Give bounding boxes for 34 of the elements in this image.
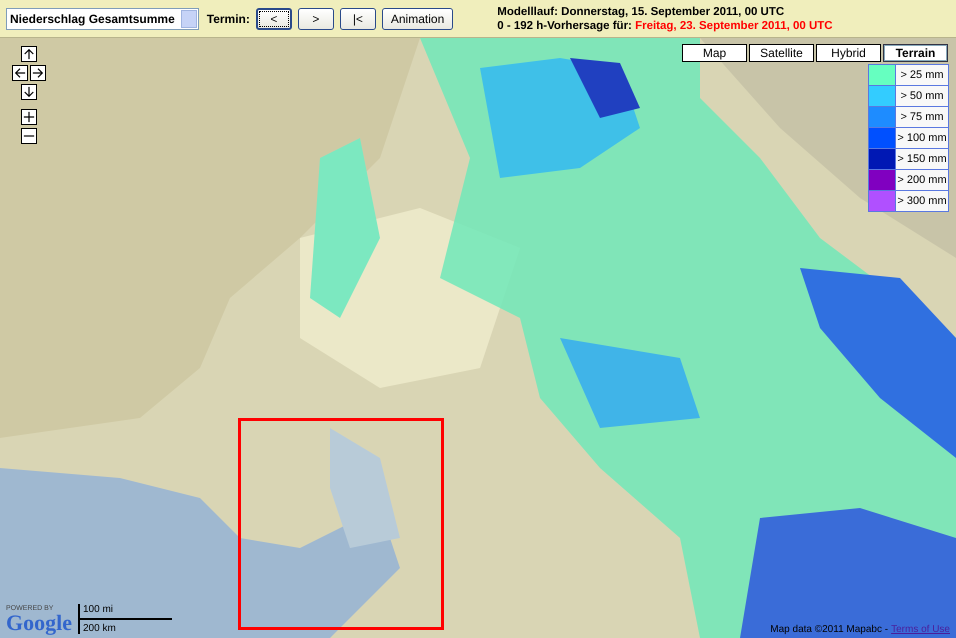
arrow-left-icon	[14, 67, 26, 79]
scale-bar: 100 mi 200 km	[78, 604, 172, 634]
legend-label: > 50 mm	[896, 86, 948, 106]
model-run-text: Modelllauf: Donnerstag, 15. September 2011, 00 UTC	[497, 4, 786, 18]
first-button[interactable]: |<	[340, 8, 376, 30]
legend-label: > 300 mm	[896, 191, 948, 211]
product-select[interactable]: Niederschlag Gesamtsumme	[6, 8, 199, 30]
caret-icon	[180, 10, 197, 28]
legend-label: > 25 mm	[896, 65, 948, 85]
zoom-in-icon	[23, 111, 35, 123]
next-button[interactable]: >	[298, 8, 334, 30]
zoom-in-button[interactable]	[21, 109, 37, 125]
arrow-up-icon	[23, 48, 35, 60]
pan-down-button[interactable]	[21, 84, 37, 100]
pan-up-button[interactable]	[21, 46, 37, 62]
forecast-label: 0 - 192 h-Vorhersage für:	[497, 20, 633, 32]
map-type-button[interactable]: Terrain	[883, 44, 948, 62]
attribution-text: Map data ©2011 Mapabc -	[770, 624, 888, 635]
legend-label: > 75 mm	[896, 107, 948, 127]
arrow-down-icon	[23, 86, 35, 98]
legend-label: > 150 mm	[896, 149, 948, 169]
legend-label: > 100 mm	[896, 128, 948, 148]
zoom-out-button[interactable]	[21, 128, 37, 144]
forecast-time: Freitag, 23. September 2011, 00 UTC	[635, 20, 833, 32]
pan-right-button[interactable]	[30, 65, 46, 81]
previous-button[interactable]: <	[256, 8, 292, 30]
legend-label: > 200 mm	[896, 170, 948, 190]
pan-left-button[interactable]	[12, 65, 28, 81]
map-type-button[interactable]: Satellite	[749, 44, 814, 62]
termin-label: Termin:	[206, 12, 250, 26]
map-type-button[interactable]: Map	[682, 44, 747, 62]
map-type-button[interactable]: Hybrid	[816, 44, 881, 62]
arrow-right-icon	[32, 67, 44, 79]
animation-button[interactable]: Animation	[382, 8, 454, 30]
